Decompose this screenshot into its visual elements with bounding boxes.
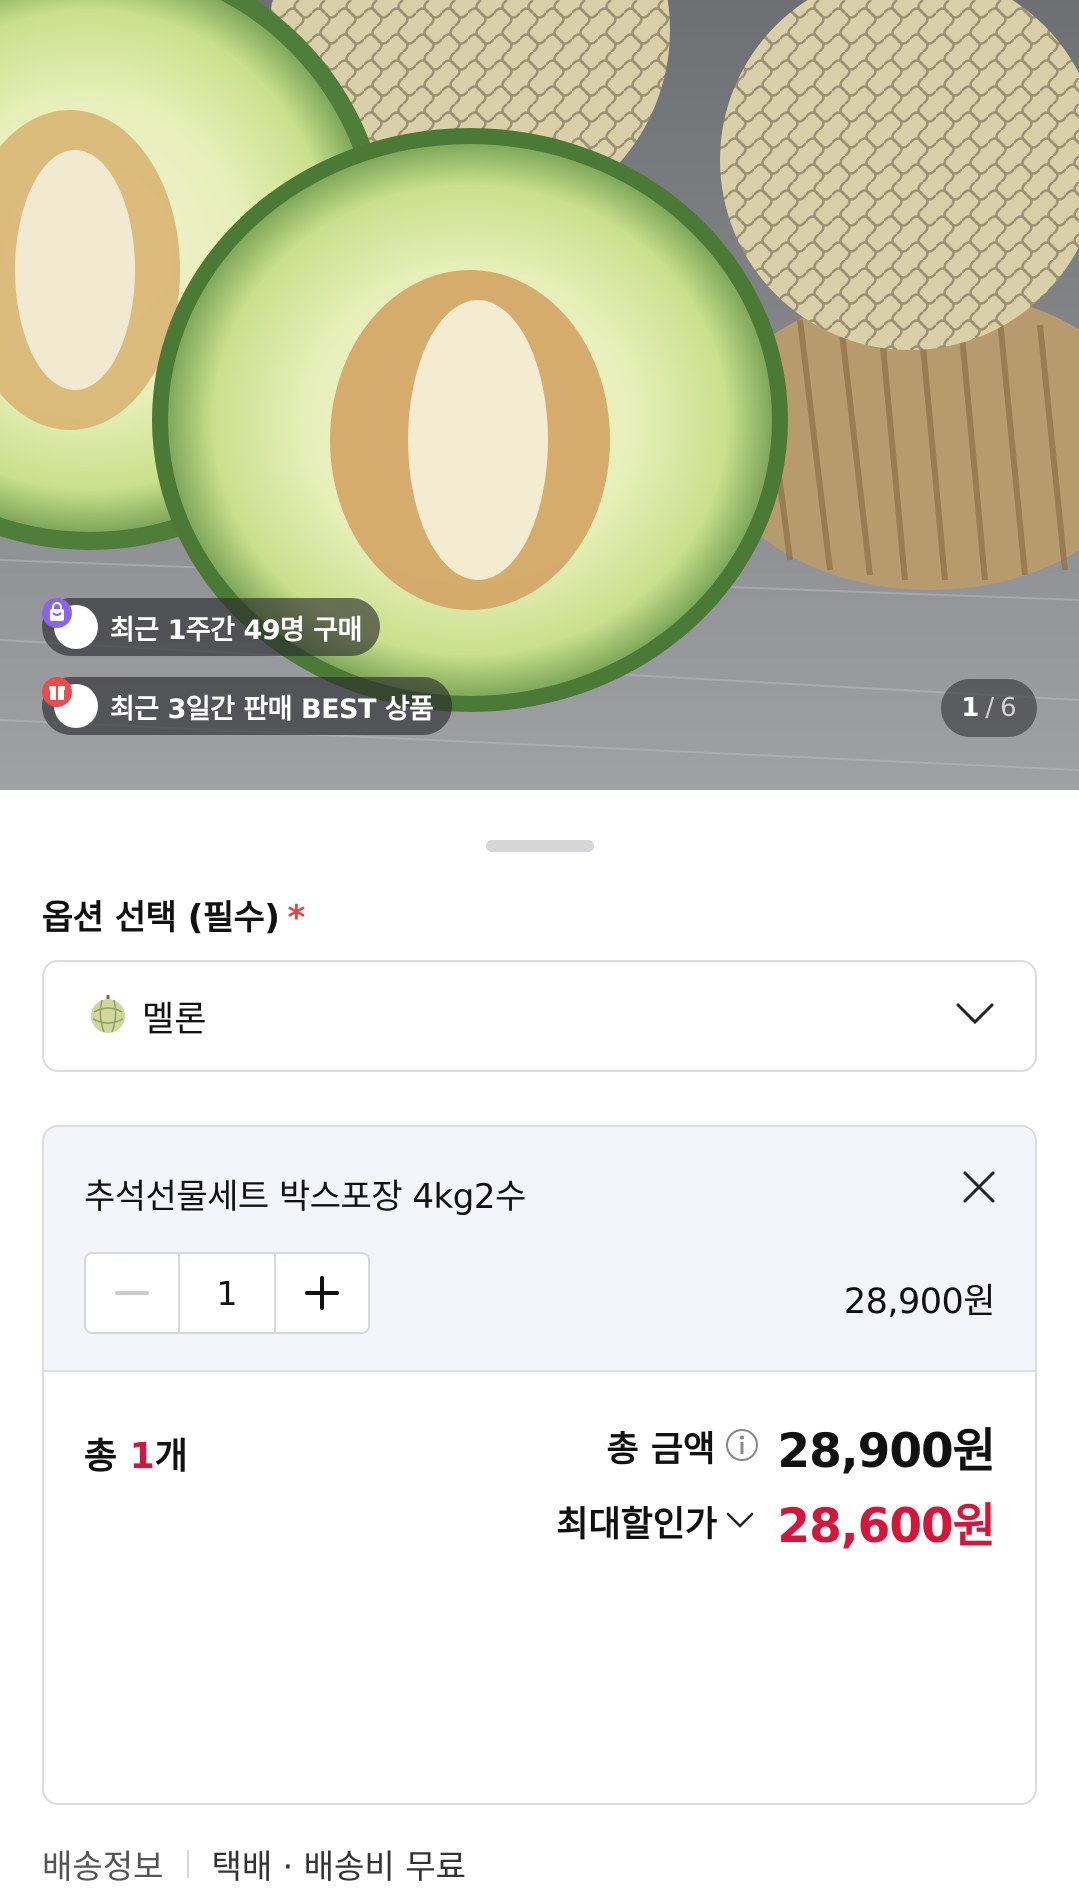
- info-icon[interactable]: [725, 1428, 759, 1466]
- sheet-drag-handle[interactable]: [486, 840, 594, 852]
- quantity-value[interactable]: 1: [178, 1254, 276, 1332]
- counter-current: 1: [961, 693, 980, 723]
- selected-option-value: 멜론: [142, 999, 207, 1040]
- option-bottom-sheet: 옵션 선택 (필수) * 멜론 추석선물세트 박스포장 4kg2수 1 28,9…: [0, 805, 1079, 1886]
- gift-box-icon: [42, 677, 98, 728]
- melon-icon: [88, 994, 128, 1038]
- minus-icon: [115, 1291, 150, 1295]
- badge-text: 최근 1주간 49명 구매: [110, 614, 362, 646]
- melon-product-photo: [0, 0, 1079, 790]
- chevron-down-icon: [955, 1001, 995, 1031]
- required-mark: *: [287, 898, 305, 938]
- total-amount-value: 28,900원: [777, 1424, 996, 1479]
- option-title-text: 옵션 선택 (필수): [42, 898, 280, 938]
- close-icon: [963, 1171, 995, 1203]
- quantity-stepper: 1: [84, 1252, 370, 1334]
- best-seller-badge: 최근 3일간 판매 BEST 상품: [42, 677, 452, 735]
- total-count-suffix: 개: [154, 1436, 188, 1477]
- option-section-title: 옵션 선택 (필수) *: [42, 890, 305, 939]
- shopping-bag-icon: [42, 598, 98, 649]
- delivery-divider: [187, 1850, 190, 1878]
- total-count: 총 1개: [84, 1427, 188, 1479]
- option-select-dropdown[interactable]: 멜론: [42, 960, 1037, 1072]
- selected-item-card: 추석선물세트 박스포장 4kg2수 1 28,900원 총 1개 총 금액 28: [42, 1125, 1037, 1805]
- counter-total: 6: [1000, 693, 1017, 723]
- delivery-info: 배송정보 택배 · 배송비 무료: [42, 1840, 466, 1888]
- product-image-carousel[interactable]: 최근 1주간 49명 구매 최근 3일간 판매 BEST 상품 1 / 6: [0, 0, 1079, 790]
- chevron-down-icon: [725, 1510, 755, 1534]
- total-count-prefix: 총: [84, 1436, 130, 1477]
- remove-item-button[interactable]: [961, 1169, 997, 1205]
- counter-separator: /: [985, 693, 995, 723]
- delivery-value: 택배 · 배송비 무료: [211, 1847, 466, 1886]
- total-count-number: 1: [129, 1436, 155, 1477]
- selected-item-price: 28,900원: [843, 1282, 996, 1322]
- increase-quantity-button[interactable]: [276, 1254, 368, 1332]
- delivery-label: 배송정보: [42, 1847, 164, 1886]
- badge-text: 최근 3일간 판매 BEST 상품: [110, 693, 434, 725]
- max-discount-row[interactable]: 최대할인가 28,600원: [556, 1487, 996, 1556]
- recent-purchase-badge: 최근 1주간 49명 구매: [42, 598, 380, 656]
- selected-item-name: 추석선물세트 박스포장 4kg2수: [84, 1177, 526, 1217]
- decrease-quantity-button[interactable]: [86, 1254, 178, 1332]
- max-discount-value: 28,600원: [777, 1499, 996, 1554]
- total-amount-label: 총 금액: [606, 1430, 716, 1470]
- selected-item-detail: 추석선물세트 박스포장 4kg2수 1 28,900원: [44, 1127, 1035, 1372]
- total-amount-row: 총 금액 28,900원: [606, 1412, 996, 1481]
- image-page-counter: 1 / 6: [941, 679, 1037, 737]
- max-discount-label: 최대할인가: [556, 1505, 718, 1545]
- plus-icon: [304, 1276, 339, 1310]
